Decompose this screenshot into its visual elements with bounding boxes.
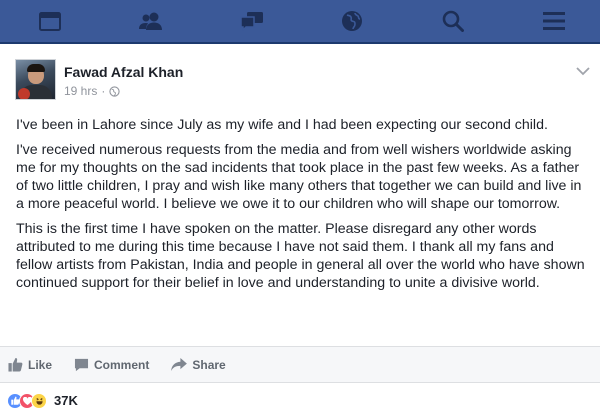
meta-separator: · <box>101 84 106 98</box>
comment-icon <box>74 358 89 371</box>
messages-icon[interactable] <box>239 9 264 33</box>
friends-icon[interactable] <box>138 9 163 33</box>
news-feed-icon[interactable] <box>38 9 62 33</box>
chevron-down-icon[interactable] <box>576 66 590 76</box>
post-paragraph: I've received numerous requests from the… <box>16 142 582 212</box>
post-paragraph: I've been in Lahore since July as my wif… <box>16 117 548 133</box>
share-button[interactable]: Share <box>171 357 226 372</box>
share-label: Share <box>192 357 226 372</box>
post-body: I've been in Lahore since July as my wif… <box>16 116 586 299</box>
like-label: Like <box>28 357 53 372</box>
share-icon <box>171 358 188 371</box>
post-paragraph: This is the first time I have spoken on … <box>16 221 585 291</box>
comment-label: Comment <box>94 357 150 372</box>
post-actions-bar: Like Comment Share <box>0 347 600 383</box>
globe-icon <box>109 85 120 97</box>
top-navigation-bar <box>0 0 600 44</box>
reactions-summary[interactable]: 37K <box>0 383 600 418</box>
post-card: Fawad Afzal Khan 19 hrs · I've been in L… <box>0 44 600 347</box>
reaction-count[interactable]: 37K <box>54 393 78 408</box>
avatar[interactable] <box>15 59 56 100</box>
thumbs-up-icon <box>8 357 23 372</box>
like-button[interactable]: Like <box>8 357 52 372</box>
post-timestamp[interactable]: 19 hrs <box>64 84 97 98</box>
menu-icon[interactable] <box>542 9 566 33</box>
haha-reaction-icon <box>31 392 47 409</box>
search-icon[interactable] <box>441 9 465 33</box>
post-author-name[interactable]: Fawad Afzal Khan <box>64 64 183 80</box>
post-meta: 19 hrs · <box>64 84 120 98</box>
comment-button[interactable]: Comment <box>74 358 149 372</box>
notifications-globe-icon[interactable] <box>340 9 364 33</box>
